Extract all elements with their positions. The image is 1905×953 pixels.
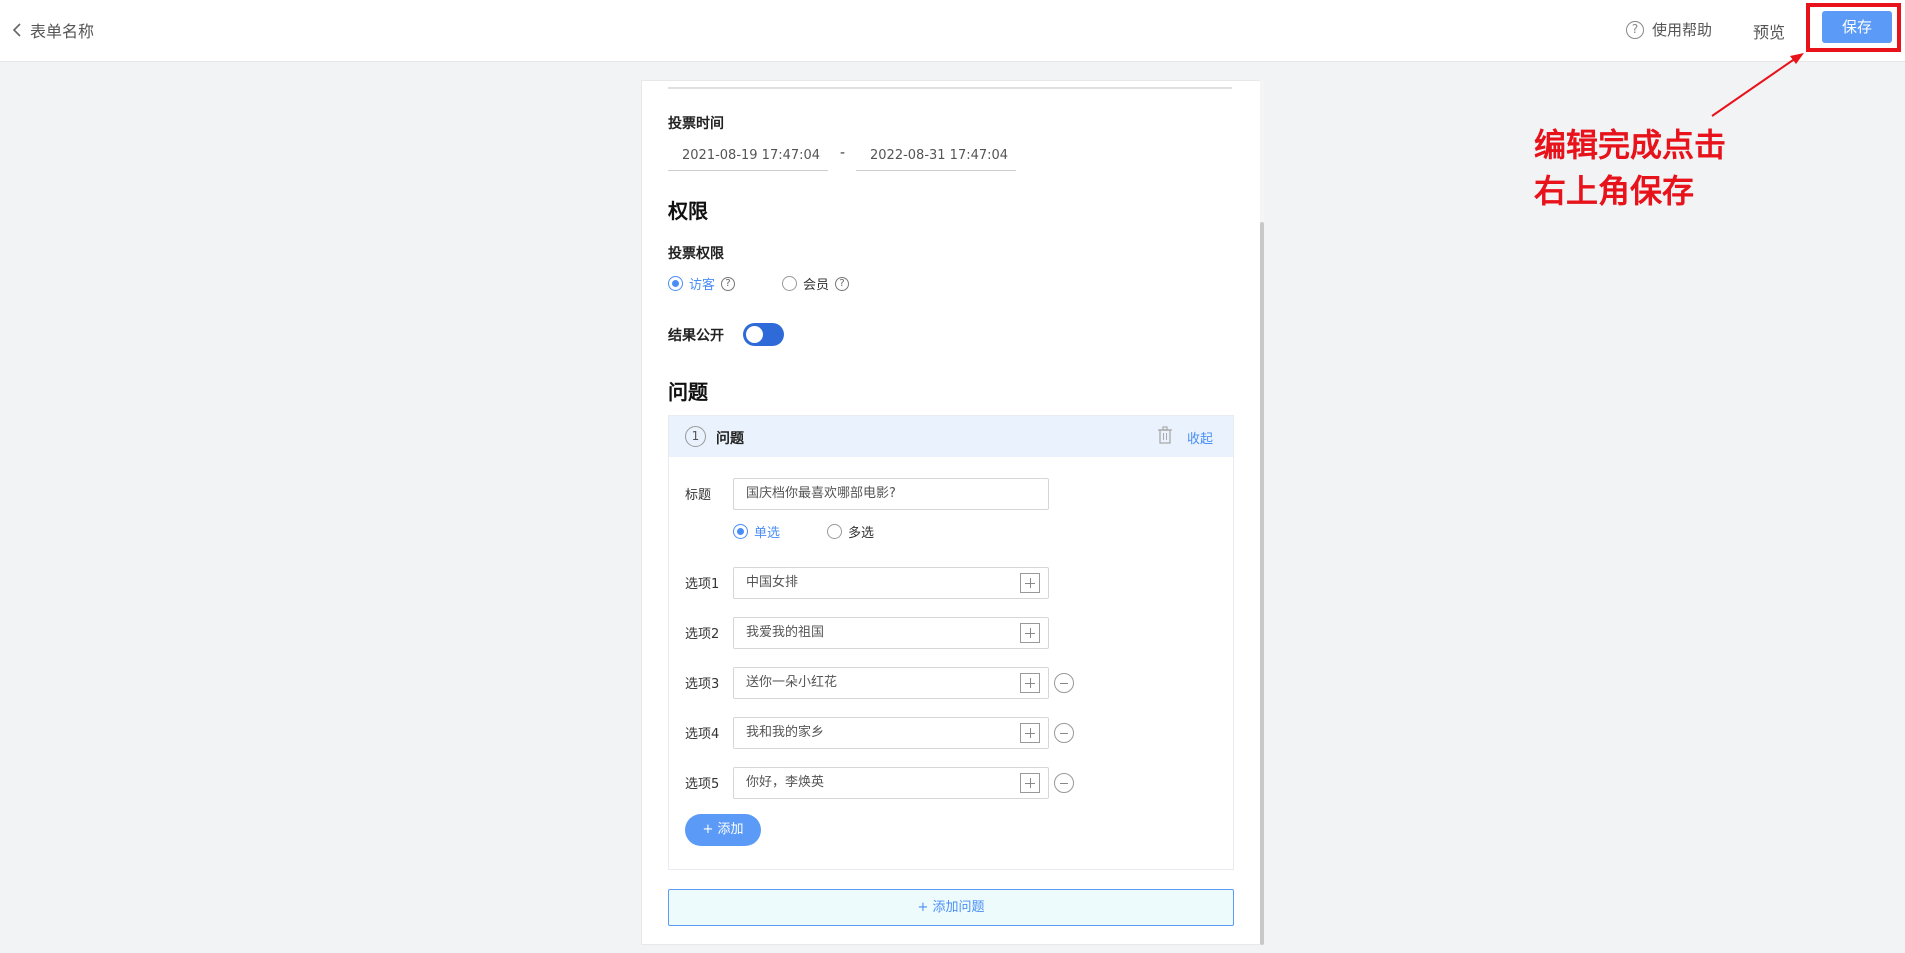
question-title-input[interactable]: 国庆档你最喜欢哪部电影? [733,478,1049,510]
date-separator: - [840,145,846,161]
radio-multi-choice[interactable]: 多选 [827,522,874,541]
question-circle-icon: ? [1626,20,1644,39]
help-label: 使用帮助 [1652,21,1713,39]
help-icon[interactable]: ? [721,276,736,291]
minus-circle-icon[interactable] [1054,773,1074,793]
radio-circle [782,276,797,291]
radio-circle [668,276,683,291]
radio-circle [733,524,748,539]
trash-icon[interactable] [1157,426,1173,444]
save-button[interactable]: 保存 [1822,11,1892,43]
divider [668,87,1232,89]
option-label: 选项1 [685,577,720,592]
results-public-label: 结果公开 [668,328,724,344]
vote-time-label: 投票时间 [668,116,724,132]
question-card-header: 1 问题 收起 [669,416,1233,457]
plus-icon[interactable] [1020,673,1040,693]
radio-member[interactable]: 会员 ? [782,274,850,293]
question-number: 1 [685,426,706,447]
permission-section-title: 权限 [668,199,708,223]
option-label: 选项5 [685,777,720,792]
question-section-title: 问题 [668,380,708,404]
plus-icon[interactable] [1020,773,1040,793]
preview-button[interactable]: 预览 [1753,19,1785,43]
radio-visitor-label: 访客 [689,278,716,293]
results-public-toggle[interactable] [743,323,784,346]
annotation-text: 编辑完成点击 右上角保存 [1534,126,1727,210]
end-date-input[interactable]: 2022-08-31 17:47:04 [856,141,1016,171]
option-input[interactable]: 我和我的家乡 [733,717,1049,749]
minus-circle-icon[interactable] [1054,673,1074,693]
minus-circle-icon[interactable] [1054,723,1074,743]
option-input[interactable]: 你好，李焕英 [733,767,1049,799]
back-button[interactable]: 表单名称 [12,18,94,42]
radio-visitor[interactable]: 访客 ? [668,274,736,293]
radio-circle [827,524,842,539]
plus-icon[interactable] [1020,573,1040,593]
option-input[interactable]: 中国女排 [733,567,1049,599]
help-link[interactable]: ? 使用帮助 [1626,19,1712,40]
plus-icon[interactable] [1020,723,1040,743]
option-label: 选项3 [685,677,720,692]
annotation-arrow-icon [1711,53,1804,117]
help-icon[interactable]: ? [835,276,850,291]
chevron-left-icon [12,23,21,37]
option-input[interactable]: 送你一朵小红花 [733,667,1049,699]
start-date-input[interactable]: 2021-08-19 17:47:04 [668,141,828,171]
top-bar: 表单名称 ? 使用帮助 预览 [0,0,1905,62]
vote-permission-label: 投票权限 [668,246,724,262]
plus-icon[interactable] [1020,623,1040,643]
add-option-button[interactable]: + 添加 [685,814,761,846]
form-name-label: 表单名称 [30,22,95,41]
question-card: 1 问题 收起 标题 国庆档你最喜欢哪部电影? 单选 多选 选项1 中国女排 选… [668,415,1234,870]
radio-member-label: 会员 [803,278,830,293]
title-label: 标题 [685,488,712,503]
question-header-label: 问题 [716,431,744,447]
option-label: 选项2 [685,627,720,642]
option-input[interactable]: 我爱我的祖国 [733,617,1049,649]
scrollbar-thumb[interactable] [1260,222,1264,945]
option-label: 选项4 [685,727,720,742]
radio-single-label: 单选 [754,526,781,541]
form-panel: 投票时间 2021-08-19 17:47:04 - 2022-08-31 17… [641,80,1264,945]
add-question-button[interactable]: + 添加问题 [668,889,1234,926]
radio-multi-label: 多选 [848,526,875,541]
collapse-link[interactable]: 收起 [1187,428,1213,447]
radio-single-choice[interactable]: 单选 [733,522,780,541]
